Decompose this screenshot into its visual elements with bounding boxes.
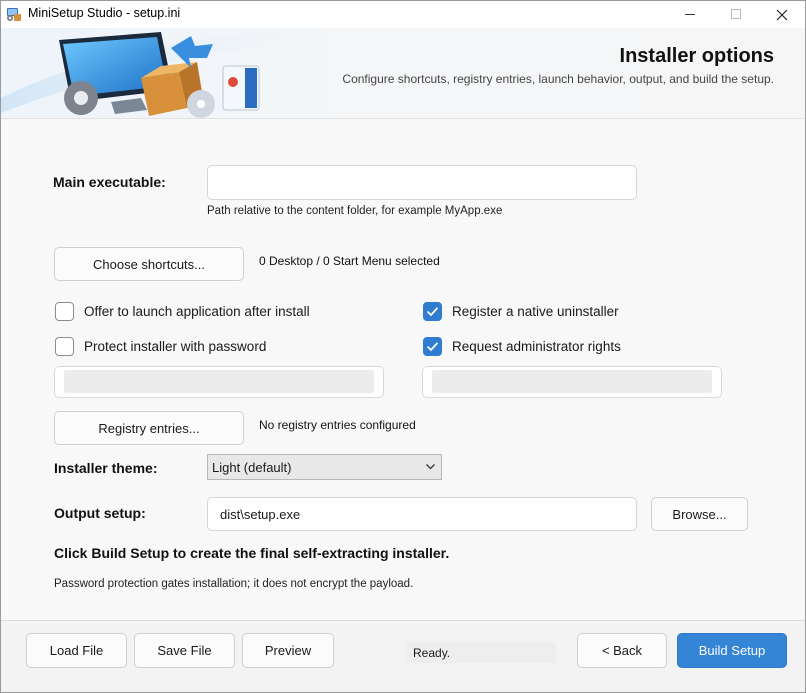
protect-password-label: Protect installer with password [84, 339, 267, 354]
save-file-label: Save File [157, 643, 212, 658]
app-icon [6, 6, 22, 22]
window-title: MiniSetup Studio - setup.ini [28, 6, 181, 20]
installer-theme-value: Light (default) [212, 459, 292, 475]
output-setup-input[interactable]: dist\setup.exe [207, 497, 637, 531]
native-uninstaller-checkbox[interactable] [423, 302, 442, 321]
password-confirm-field[interactable] [422, 366, 722, 398]
load-file-label: Load File [49, 643, 104, 658]
title-bar: MiniSetup Studio - setup.ini [1, 1, 805, 28]
registry-status: No registry entries configured [259, 418, 416, 432]
admin-rights-checkbox[interactable] [423, 337, 442, 356]
close-icon [776, 9, 788, 20]
output-setup-label: Output setup: [54, 505, 146, 521]
native-uninstaller-label: Register a native uninstaller [452, 304, 619, 319]
maximize-button[interactable] [713, 1, 759, 28]
page-subtitle: Configure shortcuts, registry entries, l… [342, 72, 774, 86]
installer-theme-label: Installer theme: [54, 460, 158, 476]
chevron-down-icon [426, 464, 435, 470]
browse-button[interactable]: Browse... [651, 497, 748, 531]
admin-rights-label: Request administrator rights [452, 339, 621, 354]
back-button[interactable]: < Back [577, 633, 667, 668]
launch-after-install-checkbox[interactable] [55, 302, 74, 321]
page-title: Installer options [619, 45, 774, 67]
checkmark-icon [426, 307, 439, 317]
app-window: MiniSetup Studio - setup.ini Installer o… [0, 0, 806, 693]
checkmark-icon [426, 342, 439, 352]
minimize-icon [684, 14, 695, 15]
password-note-text: Password protection gates installation; … [54, 578, 414, 590]
header-banner: Installer options Configure shortcuts, r… [1, 28, 805, 119]
choose-shortcuts-button[interactable]: Choose shortcuts... [54, 247, 244, 281]
maximize-icon [730, 9, 741, 19]
build-setup-label: Build Setup [698, 643, 766, 658]
build-setup-button[interactable]: Build Setup [677, 633, 787, 668]
load-file-button[interactable]: Load File [26, 633, 127, 668]
password-field[interactable] [54, 366, 384, 398]
back-label: < Back [601, 643, 643, 658]
save-file-button[interactable]: Save File [134, 633, 235, 668]
preview-button[interactable]: Preview [242, 633, 334, 668]
footer-bar: Load File Save File Preview Ready. < Bac… [1, 620, 805, 692]
preview-label: Preview [264, 643, 312, 658]
protect-password-checkbox[interactable] [55, 337, 74, 356]
registry-entries-label: Registry entries... [98, 420, 200, 436]
main-executable-label: Main executable: [53, 174, 166, 190]
choose-shortcuts-label: Choose shortcuts... [93, 256, 205, 272]
build-hint-text: Click Build Setup to create the final se… [54, 545, 450, 561]
minimize-button[interactable] [667, 1, 713, 28]
installer-theme-select[interactable]: Light (default) [207, 454, 442, 480]
main-executable-input[interactable] [207, 165, 637, 200]
setup-artwork-icon [1, 28, 321, 118]
shortcuts-status: 0 Desktop / 0 Start Menu selected [259, 254, 440, 268]
main-executable-hint: Path relative to the content folder, for… [207, 205, 503, 217]
browse-label: Browse... [672, 506, 727, 522]
close-button[interactable] [759, 1, 805, 28]
launch-after-install-label: Offer to launch application after instal… [84, 304, 310, 319]
status-bar: Ready. [406, 642, 556, 663]
registry-entries-button[interactable]: Registry entries... [54, 411, 244, 445]
